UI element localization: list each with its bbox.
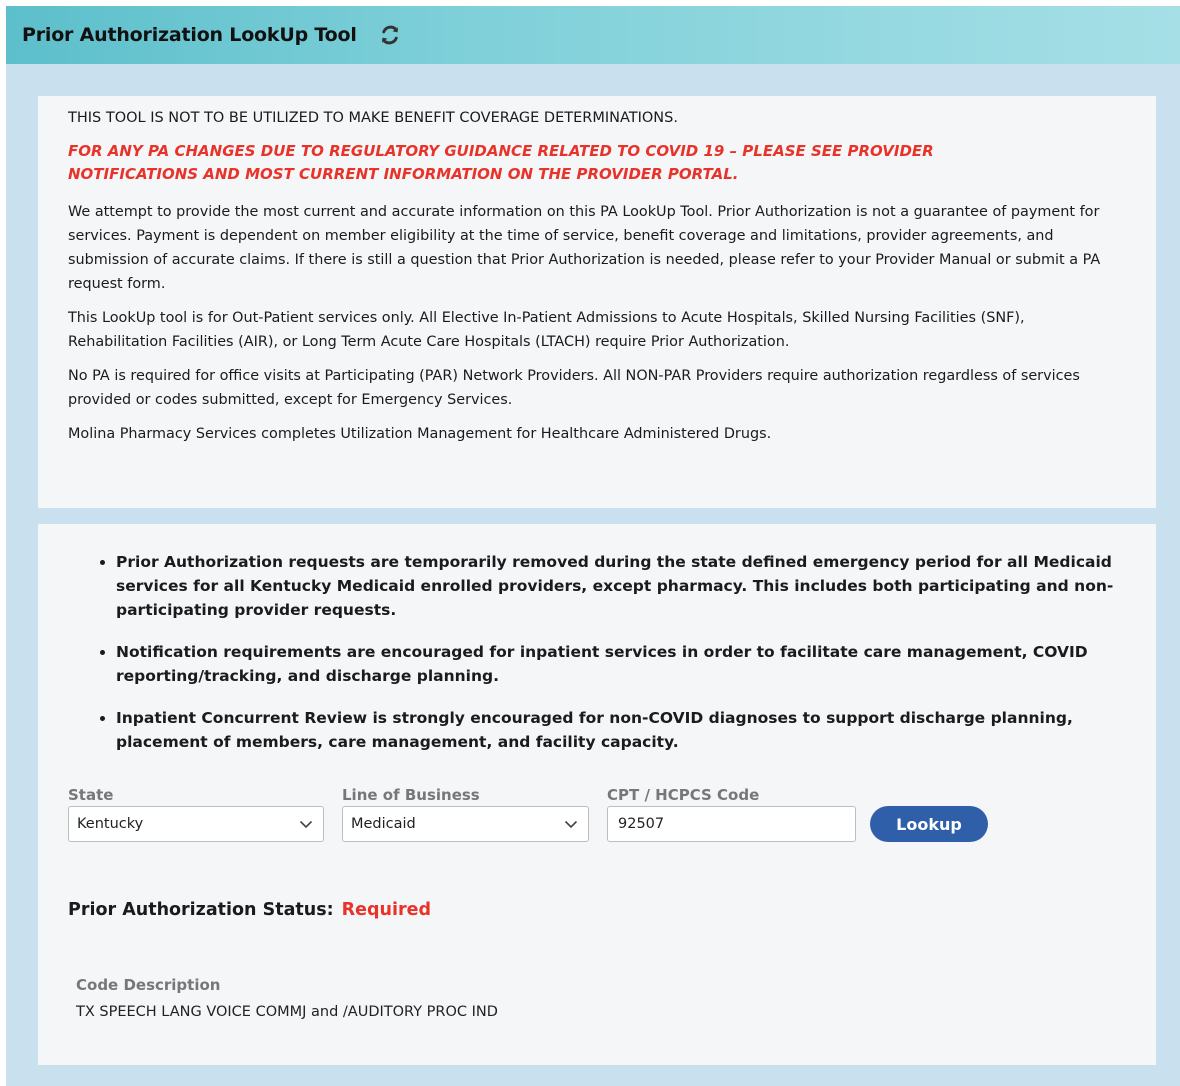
lob-value: Medicaid <box>351 816 416 832</box>
notice-paragraph: This LookUp tool is for Out-Patient serv… <box>68 310 1025 350</box>
pa-status-value: Required <box>341 900 431 920</box>
code-input[interactable] <box>607 806 856 842</box>
pa-status: Prior Authorization Status: Required <box>68 900 431 920</box>
code-field: CPT / HCPCS Code <box>607 786 856 842</box>
state-label: State <box>68 786 114 804</box>
page-title: Prior Authorization LookUp Tool <box>22 24 357 46</box>
bullet-item: Inpatient Concurrent Review is strongly … <box>116 706 1126 754</box>
notice-paragraph: Molina Pharmacy Services completes Utili… <box>68 426 772 442</box>
state-value: Kentucky <box>77 816 144 832</box>
bullet-item: Prior Authorization requests are tempora… <box>116 550 1126 622</box>
disclaimer-text: THIS TOOL IS NOT TO BE UTILIZED TO MAKE … <box>68 110 678 126</box>
lookup-form: State Kentucky Line of Business Medicaid <box>68 786 988 842</box>
pa-status-label: Prior Authorization Status: <box>68 900 334 920</box>
chevron-down-icon <box>299 820 313 829</box>
lob-select[interactable]: Medicaid <box>342 806 589 842</box>
notice-panel: THIS TOOL IS NOT TO BE UTILIZED TO MAKE … <box>38 96 1156 508</box>
bullet-item: Notification requirements are encouraged… <box>116 640 1126 688</box>
chevron-down-icon <box>564 820 578 829</box>
lob-label: Line of Business <box>342 786 480 804</box>
lob-field: Line of Business Medicaid <box>342 786 589 842</box>
code-description-label: Code Description <box>76 976 221 994</box>
code-label: CPT / HCPCS Code <box>607 786 760 804</box>
page-header: Prior Authorization LookUp Tool <box>6 6 1180 64</box>
emergency-bullets: Prior Authorization requests are tempora… <box>68 550 1126 754</box>
refresh-icon[interactable] <box>379 24 401 46</box>
state-field: State Kentucky <box>68 786 324 842</box>
app-frame: Prior Authorization LookUp Tool THIS TOO… <box>6 6 1180 1086</box>
notice-paragraph: We attempt to provide the most current a… <box>68 204 1101 292</box>
covid-alert: FOR ANY PA CHANGES DUE TO REGULATORY GUI… <box>68 142 934 183</box>
code-description-value: TX SPEECH LANG VOICE COMMJ and /AUDITORY… <box>76 1004 498 1020</box>
notice-paragraph: No PA is required for office visits at P… <box>68 368 1080 408</box>
lookup-panel: Prior Authorization requests are tempora… <box>38 524 1156 1065</box>
state-select[interactable]: Kentucky <box>68 806 324 842</box>
lookup-button[interactable]: Lookup <box>870 806 988 842</box>
